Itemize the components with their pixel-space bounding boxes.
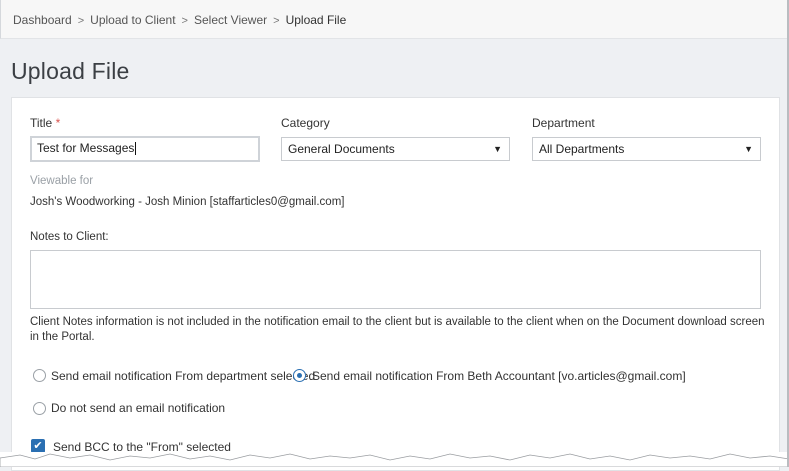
radio-no-notification-label[interactable]: Do not send an email notification [51,401,225,415]
breadcrumb-select-viewer[interactable]: Select Viewer [194,13,267,27]
radio-from-department-label[interactable]: Send email notification From department … [51,369,315,383]
department-label: Department [532,116,595,130]
torn-edge [0,452,789,467]
breadcrumb-separator: > [273,15,280,27]
upload-form-card: Title * Test for Messages Category Gener… [11,97,780,471]
breadcrumb-current: Upload File [285,13,347,27]
breadcrumb-dashboard[interactable]: Dashboard [13,13,72,27]
department-select[interactable]: All Departments ▼ [532,137,761,161]
radio-from-accountant[interactable] [293,369,306,382]
title-label: Title * [30,116,60,130]
category-select[interactable]: General Documents ▼ [281,137,510,161]
breadcrumb: Dashboard > Upload to Client > Select Viewer… [13,13,346,27]
bcc-checkbox[interactable]: ✔ [31,439,45,453]
notes-info-text: Client Notes information is not included… [30,316,765,343]
breadcrumb-separator: > [77,15,85,27]
breadcrumb-upload-to-client[interactable]: Upload to Client [90,13,175,27]
category-select-value: General Documents [288,142,395,156]
text-cursor [135,142,137,156]
radio-from-accountant-label[interactable]: Send email notification From Beth Accoun… [312,369,686,383]
chevron-down-icon: ▼ [744,144,753,154]
notes-label: Notes to Client: [30,231,109,243]
check-icon: ✔ [33,440,43,452]
required-marker: * [55,116,61,130]
title-input-value: Test for Messages [37,141,135,155]
viewable-label: Viewable for [30,175,94,187]
breadcrumb-separator: > [181,15,188,27]
viewable-value: Josh's Woodworking - Josh Minion [staffa… [30,196,345,208]
top-bar: Dashboard > Upload to Client > Select Viewer… [0,0,789,39]
category-label: Category [281,116,330,130]
title-label-text: Title [30,116,53,130]
chevron-down-icon: ▼ [493,144,502,154]
title-input[interactable]: Test for Messages [30,136,260,162]
notes-textarea[interactable] [30,250,761,309]
radio-from-department[interactable] [33,369,46,382]
page-title: Upload File [11,58,130,84]
department-select-value: All Departments [539,142,625,156]
radio-no-notification[interactable] [33,402,46,415]
